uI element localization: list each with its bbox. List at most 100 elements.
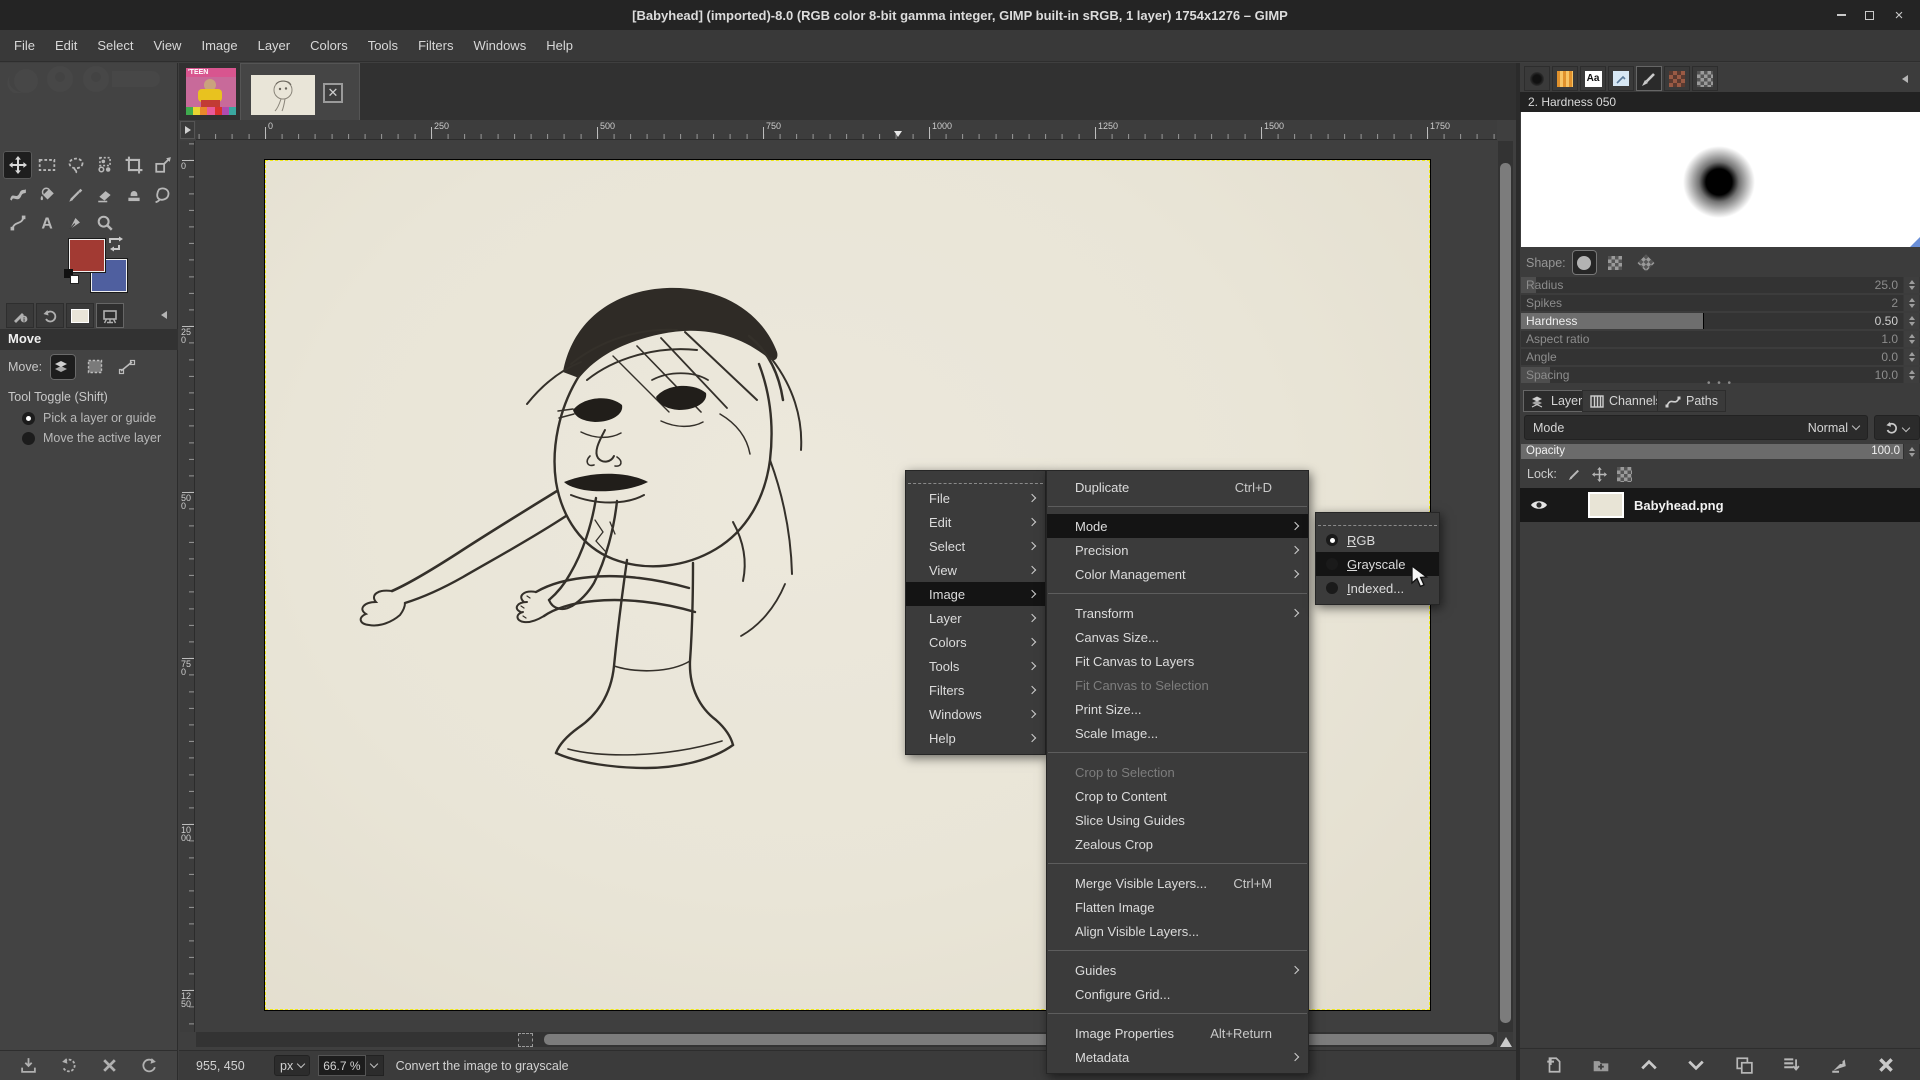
splitter-handle[interactable]: • • • [1520, 381, 1920, 387]
layer-thumbnail[interactable] [1588, 492, 1624, 518]
menubar-item[interactable]: Colors [300, 30, 358, 62]
image-menu-item[interactable]: Precision [1047, 538, 1308, 562]
image-menu-item[interactable]: Fit Canvas to Layers [1047, 649, 1308, 673]
free-select-tool-button[interactable] [61, 151, 90, 179]
image-menu-item[interactable]: Fit Canvas to Selection [1047, 673, 1308, 697]
brush-parameter-slider[interactable]: Spikes 2 [1521, 295, 1920, 311]
delete-tool-preset-icon[interactable] [101, 1057, 118, 1074]
image-menu-item[interactable]: Transform [1047, 601, 1308, 625]
brush-editor-tab[interactable] [1636, 66, 1662, 91]
new-layer-group-icon[interactable] [1592, 1056, 1610, 1074]
horizontal-ruler[interactable]: 0 250 500 750 1000 1250 1500 1750 [196, 120, 1497, 140]
move-path-button[interactable] [114, 354, 140, 380]
raise-layer-icon[interactable] [1640, 1056, 1658, 1074]
menubar-item[interactable]: Edit [45, 30, 87, 62]
horizontal-scrollbar-thumb[interactable] [544, 1034, 1494, 1045]
image-menu-item[interactable]: Duplicate Ctrl+D [1047, 475, 1308, 499]
image-menu-item[interactable]: Flatten Image [1047, 895, 1308, 919]
move-layer-button[interactable] [50, 354, 76, 380]
navigation-preview-button[interactable] [1498, 1032, 1513, 1047]
zoom-tool-button[interactable] [90, 209, 119, 237]
image-menu-item[interactable]: Image Properties Alt+Return [1047, 1021, 1308, 1045]
image-thumbnail-tab[interactable] [66, 303, 94, 328]
new-layer-icon[interactable] [1545, 1056, 1563, 1074]
undo-history-tab[interactable] [36, 303, 64, 328]
layer-mode-dropdown[interactable]: Mode Normal [1524, 415, 1868, 440]
quick-mask-toggle-icon[interactable] [518, 1033, 533, 1047]
layer-list-empty-area[interactable] [1520, 522, 1920, 1047]
spinner-buttons[interactable] [1904, 295, 1919, 311]
restore-tool-preset-icon[interactable] [60, 1057, 77, 1074]
maximize-icon[interactable] [1858, 7, 1880, 23]
resize-grip-icon[interactable] [1910, 237, 1920, 247]
move-selection-button[interactable] [82, 354, 108, 380]
layer-name[interactable]: Babyhead.png [1634, 498, 1724, 513]
image-menu-item[interactable]: Merge Visible Layers... Ctrl+M [1047, 871, 1308, 895]
context-menu-item[interactable]: Tools [906, 654, 1045, 678]
context-menu-item[interactable]: View [906, 558, 1045, 582]
menubar-item[interactable]: View [144, 30, 192, 62]
context-menu-item[interactable]: File [906, 486, 1045, 510]
close-image-icon[interactable]: ✕ [323, 83, 343, 103]
brushes-tab[interactable] [1524, 66, 1550, 91]
tear-off-line[interactable] [1318, 517, 1437, 526]
bucket-fill-tool-button[interactable] [32, 181, 61, 209]
image-menu-item[interactable]: Configure Grid... [1047, 982, 1308, 1006]
image-tab-teen-magazine[interactable]: 'TEEN [186, 68, 236, 115]
tab-paths[interactable]: Paths [1657, 390, 1726, 412]
collapse-dock-icon[interactable] [1898, 72, 1911, 85]
save-tool-preset-icon[interactable] [20, 1057, 37, 1074]
tool-toggle-radio[interactable]: Pick a layer or guide [0, 408, 178, 428]
spinner-buttons[interactable] [1904, 349, 1919, 365]
image-menu-item[interactable] [1048, 1013, 1307, 1014]
eraser-tool-button[interactable] [90, 181, 119, 209]
spinner-buttons[interactable] [1904, 331, 1919, 347]
layer-visibility-eye-icon[interactable] [1530, 498, 1548, 512]
image-menu-item[interactable]: Guides [1047, 958, 1308, 982]
unit-dropdown[interactable]: px [274, 1055, 310, 1076]
duplicate-layer-icon[interactable] [1735, 1056, 1753, 1074]
patterns-tab[interactable] [1552, 66, 1578, 91]
image-menu-item[interactable]: Mode [1047, 514, 1308, 538]
image-tab-babyhead[interactable]: ✕ [240, 63, 360, 120]
menubar-item[interactable]: Filters [408, 30, 463, 62]
image-menu-item[interactable]: Canvas Size... [1047, 625, 1308, 649]
tear-off-line[interactable] [908, 475, 1043, 484]
layer-row[interactable]: Babyhead.png [1520, 488, 1920, 522]
brush-parameter-slider[interactable]: Hardness 0.50 [1521, 313, 1920, 329]
image-menu-item[interactable]: Slice Using Guides [1047, 808, 1308, 832]
image-menu-item[interactable]: Print Size... [1047, 697, 1308, 721]
spinner-buttons[interactable] [1904, 444, 1919, 459]
clone-tool-button[interactable] [119, 181, 148, 209]
shape-square-button[interactable] [1603, 250, 1628, 275]
fonts-tab[interactable]: Aa [1580, 66, 1606, 91]
image-menu-item[interactable]: Scale Image... [1047, 721, 1308, 745]
warp-transform-tool-button[interactable] [3, 181, 32, 209]
menubar-item[interactable]: Help [536, 30, 583, 62]
context-menu-item[interactable]: Colors [906, 630, 1045, 654]
zoom-input[interactable]: 66.7 % [318, 1055, 365, 1076]
mode-menu-item[interactable]: RGB [1316, 528, 1439, 552]
context-menu-item[interactable]: Select [906, 534, 1045, 558]
gradients-tab[interactable] [1664, 66, 1690, 91]
context-menu-item[interactable]: Windows [906, 702, 1045, 726]
lock-alpha-icon[interactable] [1617, 467, 1632, 482]
shape-circle-button[interactable] [1572, 250, 1597, 275]
image-menu-item[interactable] [1048, 950, 1307, 951]
context-menu-item[interactable]: Image [906, 582, 1045, 606]
spinner-buttons[interactable] [1904, 277, 1919, 293]
brush-parameter-slider[interactable]: Aspect ratio 1.0 [1521, 331, 1920, 347]
context-menu-item[interactable]: Filters [906, 678, 1045, 702]
menubar-item[interactable]: Image [191, 30, 247, 62]
image-menu-item[interactable]: Crop to Content [1047, 784, 1308, 808]
image-menu-item[interactable] [1048, 506, 1307, 507]
context-menu-item[interactable]: Help [906, 726, 1045, 750]
document-history-tab[interactable] [1608, 66, 1634, 91]
image-menu-item[interactable]: Crop to Selection [1047, 760, 1308, 784]
brush-parameter-slider[interactable]: Radius 25.0 [1521, 277, 1920, 293]
image-menu-item[interactable]: Color Management [1047, 562, 1308, 586]
menubar-item[interactable]: Select [87, 30, 143, 62]
crop-tool-button[interactable] [119, 151, 148, 179]
vertical-ruler[interactable]: 0 250 500 750 1000 1250 [180, 141, 195, 1032]
paths-tool-button[interactable] [3, 209, 32, 237]
